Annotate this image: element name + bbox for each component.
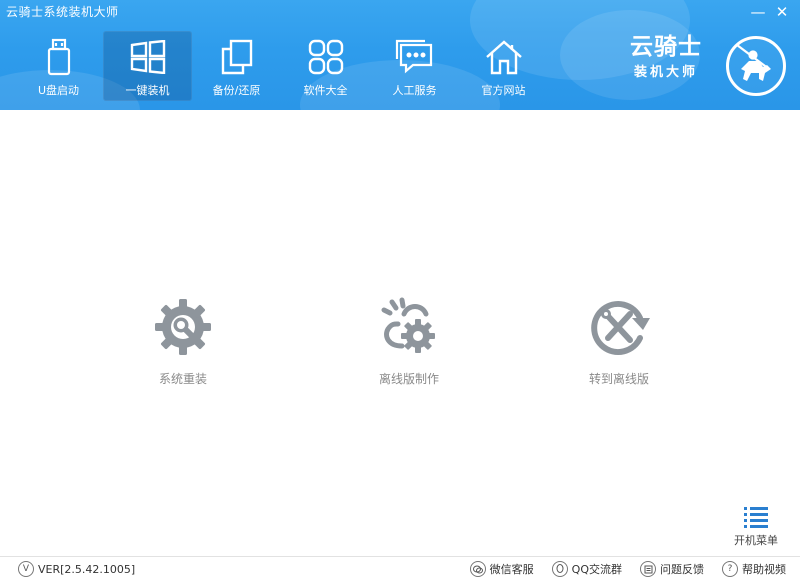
footer-link-label: 问题反馈 bbox=[660, 563, 704, 576]
app-title: 云骑士系统装机大师 bbox=[6, 5, 119, 19]
wechat-icon bbox=[469, 561, 486, 577]
header-bar: 云骑士系统装机大师 — ✕ U盘启动 一键装机 备份/还原 软件大全 人工服务 … bbox=[0, 0, 800, 110]
home-icon bbox=[484, 37, 524, 77]
offline-build-button[interactable]: 离线版制作 bbox=[339, 296, 479, 387]
chat-icon bbox=[395, 37, 435, 77]
nav-label: 软件大全 bbox=[303, 84, 348, 97]
brand-subtitle: 装机大师 bbox=[633, 65, 698, 80]
status-bar: V VER[2.5.42.1005] 微信客服 QQ交流群 问题反馈 ? 帮助视… bbox=[0, 556, 800, 581]
qq-icon bbox=[551, 561, 568, 577]
backup-icon bbox=[217, 37, 257, 77]
usb-drive-icon bbox=[39, 37, 79, 77]
list-menu-icon bbox=[744, 507, 768, 528]
knight-logo-icon bbox=[726, 36, 786, 96]
footer-links: 微信客服 QQ交流群 问题反馈 ? 帮助视频 bbox=[469, 561, 786, 577]
version-text: VER[2.5.42.1005] bbox=[38, 562, 136, 576]
feedback-link[interactable]: 问题反馈 bbox=[640, 561, 704, 577]
nav-label: 人工服务 bbox=[392, 84, 437, 97]
brand: 云骑士 装机大师 bbox=[616, 32, 786, 102]
wechat-service-link[interactable]: 微信客服 bbox=[469, 561, 534, 577]
nav-item-software[interactable]: 软件大全 bbox=[281, 31, 370, 101]
footer-link-label: QQ交流群 bbox=[571, 563, 622, 576]
switch-tools-icon bbox=[591, 301, 650, 355]
feature-label: 转到离线版 bbox=[588, 372, 649, 386]
feature-label: 系统重装 bbox=[158, 372, 207, 386]
help-icon: ? bbox=[722, 561, 738, 577]
app-window: 云骑士系统装机大师 — ✕ U盘启动 一键装机 备份/还原 软件大全 人工服务 … bbox=[0, 0, 800, 581]
window-controls: — ✕ bbox=[748, 2, 792, 22]
gear-wrench-icon bbox=[155, 299, 211, 355]
apps-grid-icon bbox=[306, 37, 346, 77]
main-nav: U盘启动 一键装机 备份/还原 软件大全 人工服务 官方网站 bbox=[14, 31, 548, 101]
nav-item-usb-boot[interactable]: U盘启动 bbox=[14, 31, 103, 101]
nav-item-official-site[interactable]: 官方网站 bbox=[459, 31, 548, 101]
nav-item-backup-restore[interactable]: 备份/还原 bbox=[192, 31, 281, 101]
feature-label: 离线版制作 bbox=[378, 372, 439, 386]
nav-item-one-click-install[interactable]: 一键装机 bbox=[103, 31, 192, 101]
qq-group-link[interactable]: QQ交流群 bbox=[551, 561, 622, 577]
nav-label: 备份/还原 bbox=[212, 84, 261, 97]
version-icon: V bbox=[18, 561, 34, 577]
feedback-icon bbox=[640, 561, 656, 577]
switch-offline-button[interactable]: 转到离线版 bbox=[549, 296, 689, 387]
close-button[interactable]: ✕ bbox=[772, 2, 792, 22]
help-video-link[interactable]: ? 帮助视频 bbox=[722, 561, 786, 577]
boot-menu-label: 开机菜单 bbox=[734, 534, 778, 547]
boot-menu-button[interactable]: 开机菜单 bbox=[728, 506, 784, 548]
offline-gear-icon bbox=[381, 297, 435, 353]
nav-label: U盘启动 bbox=[37, 84, 80, 97]
footer-link-label: 帮助视频 bbox=[742, 563, 786, 576]
nav-label: 一键装机 bbox=[125, 84, 170, 97]
nav-item-manual-service[interactable]: 人工服务 bbox=[370, 31, 459, 101]
brand-name: 云骑士 bbox=[630, 34, 702, 60]
footer-link-label: 微信客服 bbox=[489, 563, 534, 576]
windows-icon bbox=[128, 37, 168, 77]
nav-label: 官方网站 bbox=[481, 84, 526, 97]
system-reinstall-button[interactable]: 系统重装 bbox=[113, 296, 253, 387]
version-info: V VER[2.5.42.1005] bbox=[18, 561, 135, 577]
minimize-button[interactable]: — bbox=[748, 2, 768, 22]
